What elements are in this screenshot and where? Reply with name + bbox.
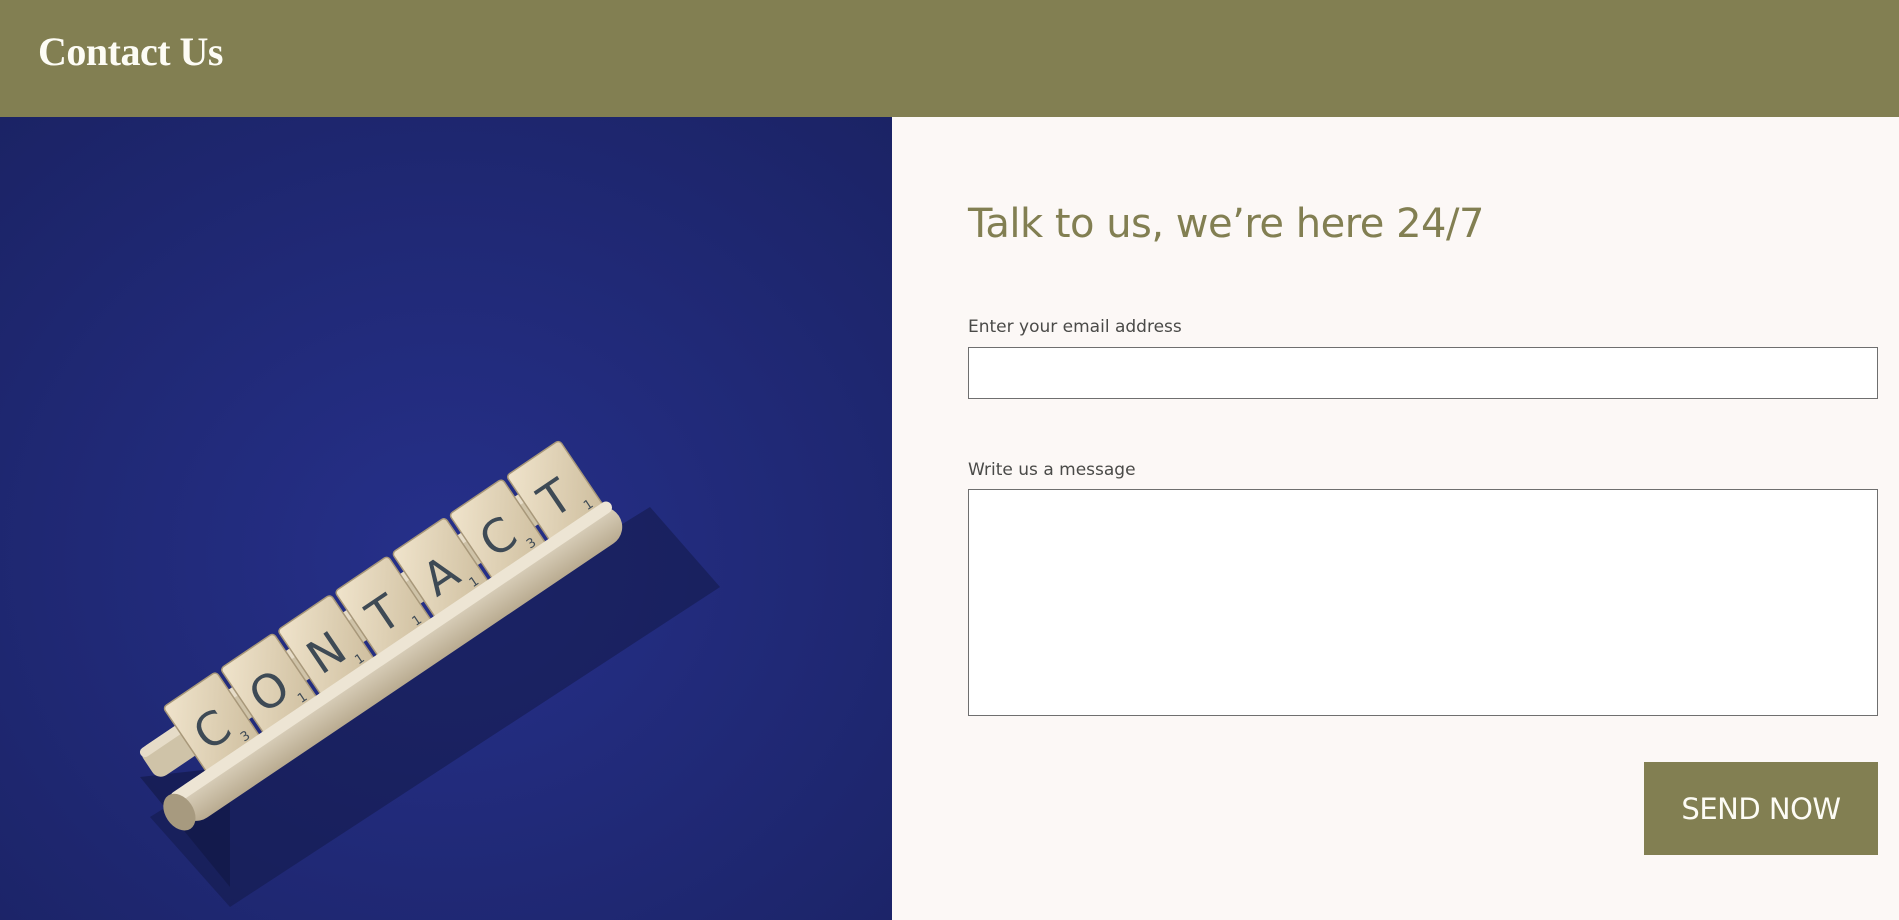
form-heading: Talk to us, we’re here 24/7 <box>968 201 1484 247</box>
scrabble-tiles-illustration: C3O1N1T 1A1C3T 1 <box>0 117 892 920</box>
message-label: Write us a message <box>968 460 1136 480</box>
email-field[interactable] <box>968 347 1878 399</box>
message-field[interactable] <box>968 489 1878 716</box>
site-header: Contact Us <box>0 0 1899 117</box>
page-title: Contact Us <box>38 29 223 74</box>
email-label: Enter your email address <box>968 317 1182 337</box>
contact-form-panel: Talk to us, we’re here 24/7 Enter your e… <box>892 117 1899 920</box>
send-now-button[interactable]: SEND NOW <box>1644 762 1878 855</box>
hero-image: C3O1N1T1A1C3T1 <box>0 117 892 920</box>
